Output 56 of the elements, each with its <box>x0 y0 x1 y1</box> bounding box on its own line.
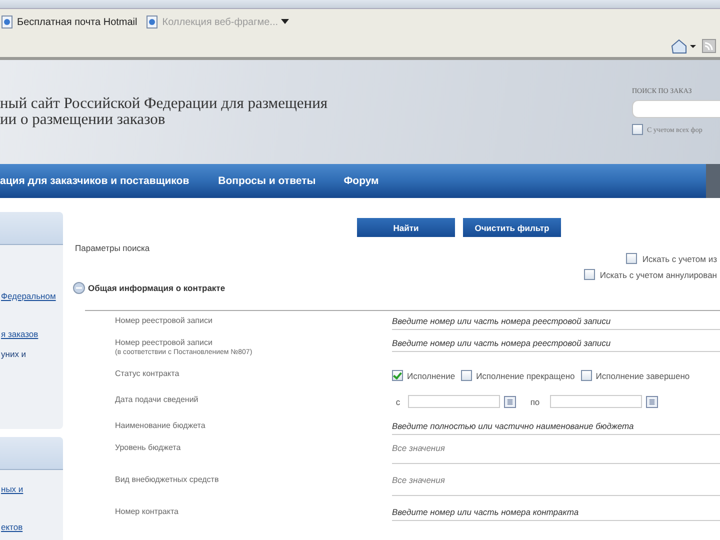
date-field[interactable] <box>550 395 642 408</box>
site-title: ный сайт Российской Федерации для размещения <box>0 96 328 112</box>
checkbox[interactable] <box>580 370 592 381</box>
dropdown[interactable]: Все значения <box>392 475 720 496</box>
input-field[interactable]: Введите номер или часть номера контракта <box>392 507 720 521</box>
nav-link[interactable]: ация для заказчиков и поставщиков <box>0 175 190 187</box>
nav-link[interactable]: Форум <box>344 175 379 187</box>
calendar-icon[interactable] <box>646 396 658 408</box>
checkbox-label: Исполнение <box>407 370 456 380</box>
input-field[interactable]: Введите номер или часть номера реестровой записи <box>392 338 720 352</box>
field-label: Уровень бюджета <box>115 443 182 453</box>
field-label: Дата подачи сведений <box>115 395 200 405</box>
sidebar-text: уних и <box>1 349 26 359</box>
sidebar-link[interactable]: ных и <box>1 484 24 494</box>
checkbox-label: Исполнение прекращено <box>476 370 575 380</box>
dropdown[interactable]: Все значения <box>392 443 720 464</box>
sidebar-link[interactable]: Федеральном <box>1 291 56 301</box>
checkbox[interactable] <box>626 253 638 264</box>
favorites-link[interactable]: Бесплатная почта Hotmail <box>0 15 138 29</box>
nav-edge-block <box>706 164 720 198</box>
caret-icon <box>281 19 290 25</box>
feed-icon[interactable] <box>702 39 716 53</box>
sidebar-link[interactable]: ектов <box>1 522 23 532</box>
page-icon <box>145 15 160 29</box>
checkbox[interactable] <box>392 370 403 381</box>
date-from-label: с <box>394 396 402 406</box>
checkbox[interactable] <box>632 124 643 135</box>
clear-filter-button[interactable]: Очистить фильтр <box>463 218 561 237</box>
field-label: Номер контракта <box>115 507 180 517</box>
site-title: ии о размещении заказов <box>0 112 166 128</box>
home-icon[interactable] <box>670 38 696 54</box>
checkbox[interactable] <box>584 269 595 280</box>
checkbox[interactable] <box>461 370 472 381</box>
input-field[interactable]: Введите полностью или частично наименование бюджета <box>392 421 720 435</box>
field-label: Статус контракта <box>115 369 180 379</box>
date-field[interactable] <box>408 395 500 408</box>
page-icon <box>0 15 14 29</box>
panel-header <box>0 212 63 245</box>
nav-link[interactable]: Вопросы и ответы <box>218 175 316 187</box>
field-label: Номер реестровой записи <box>115 338 214 348</box>
field-label: Номер реестровой записи <box>115 316 214 326</box>
input-field[interactable]: Введите номер или часть номера реестровой записи <box>392 316 720 330</box>
section-title: Параметры поиска <box>75 243 151 253</box>
checkbox-label: Исполнение завершено <box>596 370 690 380</box>
section-heading: Общая информация о контракте <box>88 283 226 293</box>
field-label: Наименование бюджета <box>115 421 206 431</box>
collapse-icon[interactable] <box>73 282 85 294</box>
panel-header <box>0 437 63 470</box>
calendar-icon[interactable] <box>504 396 516 408</box>
checkbox-label: Искать с учетом аннулирован <box>600 270 717 280</box>
sidebar-link[interactable]: я заказов <box>1 329 38 339</box>
checkbox-label: Искать с учетом из <box>642 254 717 264</box>
date-to-label: по <box>529 396 541 406</box>
field-label: Вид внебюджетных средств <box>115 475 220 485</box>
find-button[interactable]: Найти <box>357 218 455 237</box>
search-field[interactable] <box>632 100 720 118</box>
